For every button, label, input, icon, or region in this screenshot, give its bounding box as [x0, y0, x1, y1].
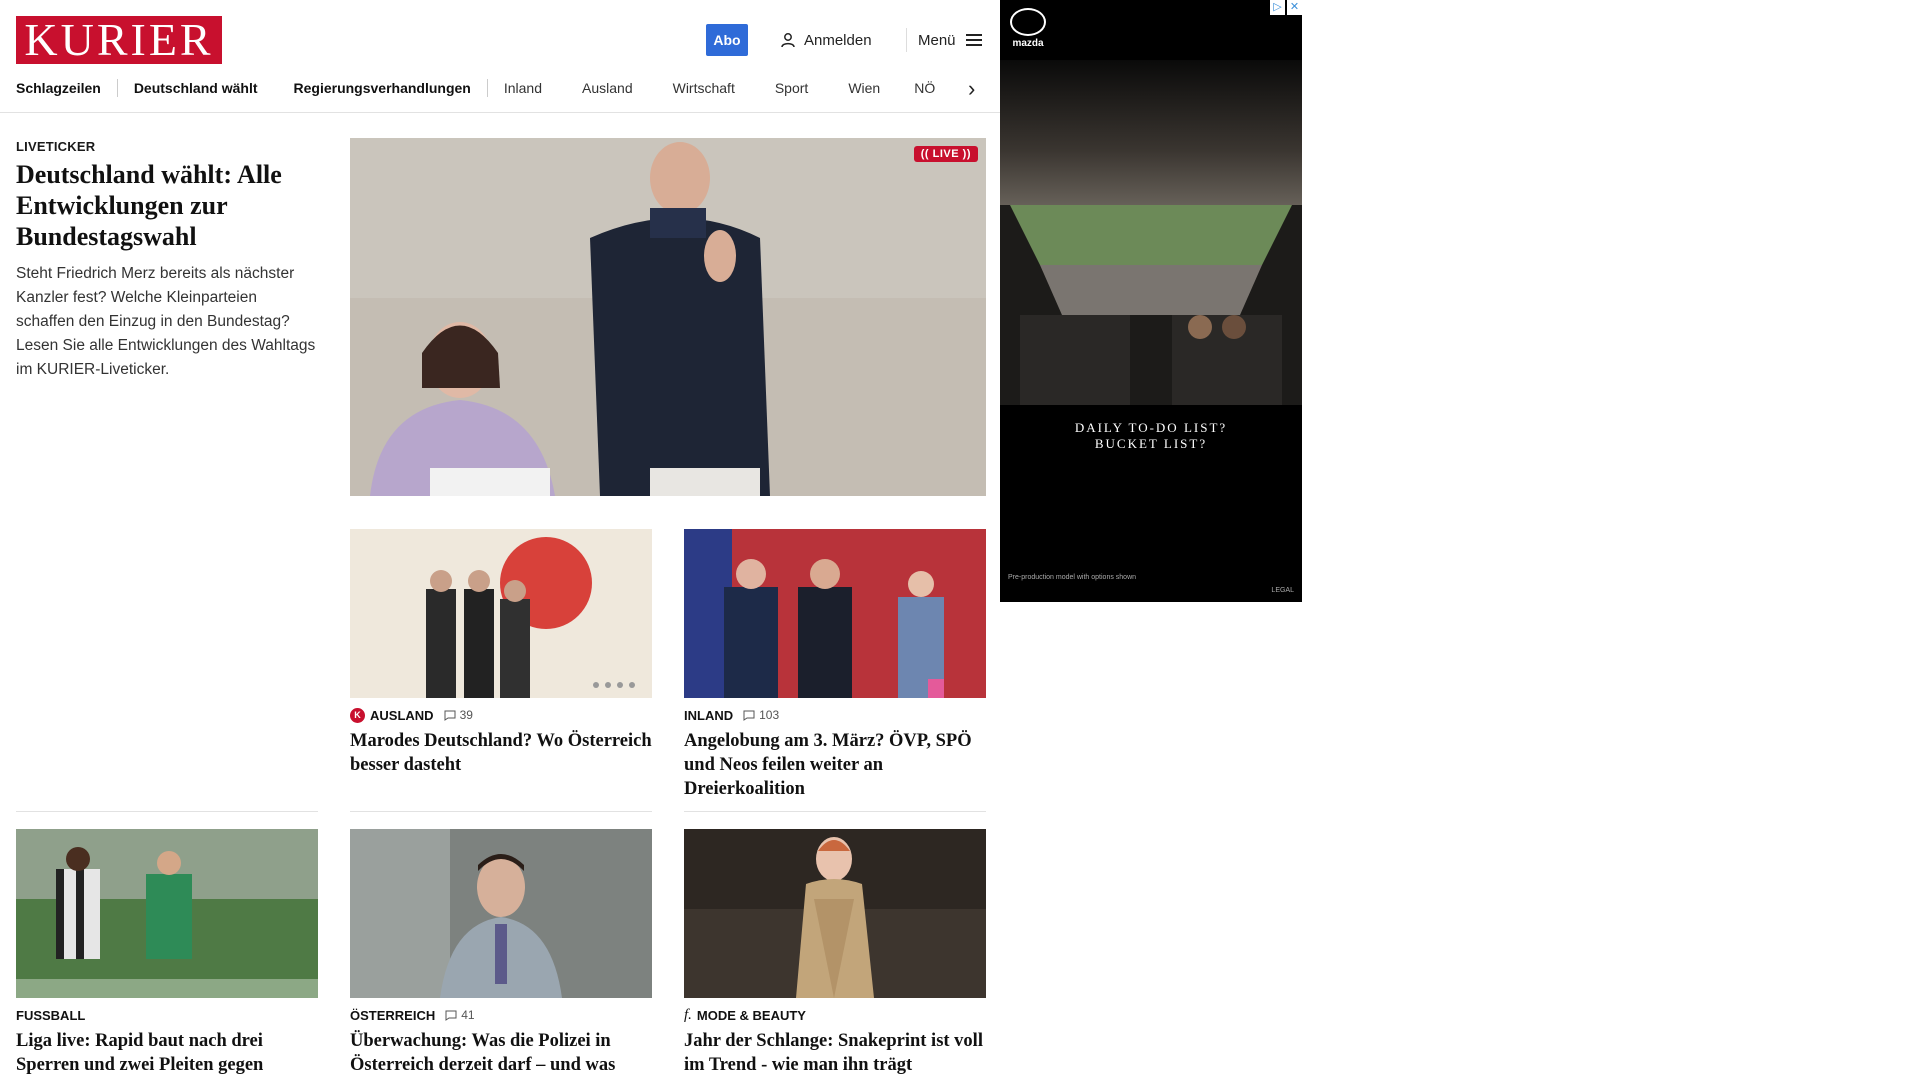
article-card-inland[interactable]: INLAND 103 Angelobung am 3. März? ÖVP, S…	[684, 529, 986, 801]
row-divider	[350, 811, 652, 812]
ad-tagline: DAILY TO-DO LIST? BUCKET LIST?	[1000, 420, 1302, 452]
menu-label: Menü	[918, 31, 956, 49]
close-icon[interactable]: ✕	[1287, 0, 1302, 15]
nav-item-deutschland-waehlt[interactable]: Deutschland wählt	[134, 80, 258, 96]
kurier-logo[interactable]: KURIER	[16, 16, 222, 64]
main-content: KURIER Abo Anmelden Menü Schlagzeilen De…	[0, 0, 1000, 1080]
hero-kicker: LIVETICKER	[16, 139, 96, 154]
article-photo	[684, 829, 986, 998]
ad-tagline-2: BUCKET LIST?	[1094, 436, 1208, 451]
nav-separator	[486, 79, 488, 97]
abo-button[interactable]: Abo	[706, 24, 748, 56]
article-photo	[350, 529, 652, 698]
nav-divider	[0, 112, 1000, 113]
section-label: INLAND	[684, 707, 734, 723]
user-icon	[781, 33, 795, 48]
adchoices-icon[interactable]: ▷	[1270, 0, 1285, 15]
article-section[interactable]: K AUSLAND	[350, 707, 434, 723]
article-image[interactable]	[684, 529, 986, 698]
article-headline[interactable]: Angelobung am 3. März? ÖVP, SPÖ und Neos…	[684, 729, 986, 801]
ad-legal-link[interactable]: LEGAL	[1271, 587, 1294, 594]
nav-item-ausland[interactable]: Ausland	[582, 80, 633, 96]
hero-lead: Steht Friedrich Merz bereits als nächste…	[16, 265, 316, 378]
ad-car-interior-image	[1000, 205, 1302, 405]
article-section[interactable]: ÖSTERREICH	[350, 1008, 435, 1023]
comment-icon	[743, 710, 755, 721]
ad-controls: ▷ ✕	[1270, 0, 1302, 15]
comment-icon	[444, 710, 456, 721]
ad-background	[1000, 60, 1302, 210]
hamburger-icon	[965, 34, 982, 46]
article-image[interactable]	[350, 829, 652, 998]
chevron-right-icon[interactable]: ›	[968, 76, 975, 102]
freizeit-icon: f.	[684, 1006, 692, 1023]
article-photo	[350, 829, 652, 998]
article-image[interactable]	[684, 829, 986, 998]
comment-count[interactable]: 41	[445, 1008, 475, 1022]
comment-count[interactable]: 103	[743, 708, 779, 722]
article-headline[interactable]: Jahr der Schlange: Snakeprint ist voll i…	[684, 1029, 986, 1077]
nav-item-noe[interactable]: NÖ	[914, 80, 935, 96]
section-nav: Schlagzeilen Deutschland wählt Regierung…	[16, 78, 986, 98]
article-section[interactable]: INLAND	[684, 708, 733, 723]
section-label: ÖSTERREICH	[350, 1007, 436, 1023]
hero-headline[interactable]: Deutschland wählt: Alle Entwicklungen zu…	[16, 159, 316, 252]
comment-count-value: 39	[459, 708, 473, 722]
article-section[interactable]: FUSSBALL	[16, 1008, 85, 1023]
comment-count-value: 103	[759, 708, 780, 722]
article-card-ausland[interactable]: K AUSLAND 39 Marodes Deutschland? Wo Öst…	[350, 529, 652, 777]
comment-icon	[445, 1010, 457, 1021]
row-divider	[16, 811, 318, 812]
article-card-mode-beauty[interactable]: f. MODE & BEAUTY Jahr der Schlange: Snak…	[684, 829, 986, 1077]
nav-separator	[116, 79, 118, 97]
article-card-fussball[interactable]: FUSSBALL Liga live: Rapid baut nach drei…	[16, 829, 318, 1080]
live-signal-icon: ((	[920, 148, 930, 160]
nav-item-schlagzeilen[interactable]: Schlagzeilen	[16, 80, 101, 96]
kurier-plus-icon: K	[350, 707, 365, 723]
article-headline[interactable]: Überwachung: Was die Polizei in Österrei…	[350, 1029, 652, 1080]
section-label: AUSLAND	[370, 707, 434, 723]
comment-count[interactable]: 39	[444, 708, 473, 722]
article-card-oesterreich[interactable]: ÖSTERREICH 41 Überwachung: Was die Poliz…	[350, 829, 652, 1080]
article-headline[interactable]: Marodes Deutschland? Wo Österreich besse…	[350, 729, 652, 777]
nav-item-regierungsverhandlungen[interactable]: Regierungsverhandlungen	[294, 80, 471, 96]
ad-brand-logo[interactable]: mazda	[1010, 8, 1046, 49]
hero-photo	[350, 138, 986, 496]
article-photo	[684, 529, 986, 698]
login-label: Anmelden	[804, 31, 872, 49]
section-label: FUSSBALL	[16, 1007, 86, 1023]
ad-tagline-1: DAILY TO-DO LIST?	[1074, 420, 1228, 435]
live-badge: (( LIVE ))	[913, 146, 978, 162]
nav-item-inland[interactable]: Inland	[504, 80, 542, 96]
article-image[interactable]	[16, 829, 318, 998]
header-divider	[906, 28, 907, 52]
advertisement[interactable]: ▷ ✕ mazda DAILY TO-DO LIST? BUCKET LIST?…	[1000, 0, 1302, 602]
article-headline[interactable]: Liga live: Rapid baut nach drei Sperren …	[16, 1029, 318, 1080]
nav-item-wien[interactable]: Wien	[848, 80, 880, 96]
live-signal-icon: ))	[962, 148, 971, 160]
nav-item-sport[interactable]: Sport	[775, 80, 808, 96]
hero-image[interactable]: (( LIVE ))	[350, 138, 986, 496]
login-button[interactable]: Anmelden	[780, 24, 872, 56]
ad-fineprint: Pre-production model with options shown	[1008, 574, 1137, 581]
ad-brand: mazda	[1012, 38, 1044, 49]
live-label: LIVE	[932, 148, 960, 160]
article-image[interactable]	[350, 529, 652, 698]
row-divider	[684, 811, 986, 812]
nav-item-wirtschaft[interactable]: Wirtschaft	[673, 80, 735, 96]
mazda-logo-icon	[1010, 8, 1046, 36]
section-label: MODE & BEAUTY	[696, 1007, 806, 1023]
menu-button[interactable]: Menü	[918, 24, 982, 56]
comment-count-value: 41	[461, 1008, 475, 1022]
article-photo	[16, 829, 318, 998]
article-section[interactable]: f. MODE & BEAUTY	[684, 1007, 806, 1024]
